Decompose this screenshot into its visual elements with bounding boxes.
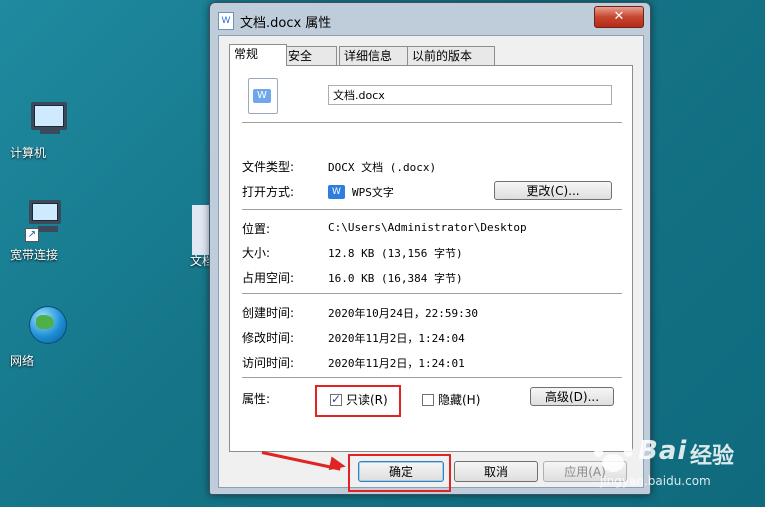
watermark-brand-cn: 经验 bbox=[690, 444, 735, 469]
open-with-label: 打开方式: bbox=[242, 185, 295, 199]
desktop-icon-label: 网络 bbox=[10, 354, 35, 368]
shortcut-arrow-icon: ↗ bbox=[25, 228, 39, 242]
created-value: 2020年10月24日，22:59:30 bbox=[328, 307, 478, 320]
title-bar[interactable]: W 文档.docx 属性 ✕ bbox=[210, 3, 650, 33]
annotation-arrow-head bbox=[328, 456, 348, 474]
size-value: 12.8 KB (13,156 字节) bbox=[328, 247, 463, 260]
cancel-button[interactable]: 取消 bbox=[454, 461, 538, 482]
hidden-checkbox[interactable] bbox=[422, 394, 434, 406]
desktop-icon-broadband[interactable]: ↗ 宽带连接 bbox=[10, 200, 80, 262]
disk-size-label: 占用空间: bbox=[242, 271, 295, 285]
change-button[interactable]: 更改(C)... bbox=[494, 181, 612, 200]
wps-document-icon: W bbox=[248, 78, 278, 114]
close-button[interactable]: ✕ bbox=[594, 6, 644, 28]
modified-label: 修改时间: bbox=[242, 331, 295, 345]
tab-general[interactable]: 常规 bbox=[229, 44, 287, 66]
paw-logo-icon bbox=[590, 434, 636, 474]
dialog-client: 常规 安全 详细信息 以前的版本 W 文档.docx 文件类型: DOCX 文档… bbox=[218, 35, 644, 492]
watermark-brand: Bai bbox=[638, 436, 688, 466]
properties-dialog: W 文档.docx 属性 ✕ 常规 安全 详细信息 以前的版本 W 文档.doc… bbox=[209, 2, 651, 495]
desktop-icon-label: 宽带连接 bbox=[10, 248, 59, 262]
desktop-icon-network[interactable]: 网络 bbox=[10, 306, 80, 368]
modified-value: 2020年11月2日，1:24:04 bbox=[328, 332, 465, 345]
computer-icon bbox=[23, 98, 67, 138]
dialog-title: 文档.docx 属性 bbox=[240, 16, 332, 31]
divider bbox=[242, 122, 622, 123]
created-label: 创建时间: bbox=[242, 306, 295, 320]
tab-previous-versions[interactable]: 以前的版本 bbox=[407, 46, 495, 65]
open-with-value: WPS文字 bbox=[352, 186, 394, 199]
ok-button[interactable]: 确定 bbox=[358, 461, 444, 482]
accessed-value: 2020年11月2日，1:24:01 bbox=[328, 357, 465, 370]
advanced-button[interactable]: 高级(D)... bbox=[530, 387, 614, 406]
readonly-checkbox[interactable] bbox=[330, 392, 342, 406]
location-label: 位置: bbox=[242, 222, 271, 236]
tab-details[interactable]: 详细信息 bbox=[339, 46, 411, 65]
file-type-label: 文件类型: bbox=[242, 160, 295, 174]
network-connection-icon: ↗ bbox=[23, 200, 67, 242]
divider bbox=[242, 377, 622, 378]
accessed-label: 访问时间: bbox=[242, 356, 295, 370]
baidu-watermark: Bai 经验 jingyan.baidu.com bbox=[590, 428, 750, 498]
file-name-field[interactable]: 文档.docx bbox=[328, 85, 612, 105]
divider bbox=[242, 293, 622, 294]
wps-writer-icon: W bbox=[328, 185, 345, 199]
desktop-icon-label: 计算机 bbox=[10, 146, 47, 160]
disk-size-value: 16.0 KB (16,384 字节) bbox=[328, 272, 463, 285]
document-icon: W bbox=[218, 12, 234, 30]
general-panel: W 文档.docx 文件类型: DOCX 文档 (.docx) 打开方式: W … bbox=[229, 65, 633, 452]
file-type-value: DOCX 文档 (.docx) bbox=[328, 161, 437, 174]
location-value: C:\Users\Administrator\Desktop bbox=[328, 221, 527, 234]
watermark-url: jingyan.baidu.com bbox=[600, 474, 711, 488]
readonly-label[interactable]: 只读(R) bbox=[346, 391, 388, 408]
size-label: 大小: bbox=[242, 246, 271, 260]
hidden-label[interactable]: 隐藏(H) bbox=[438, 391, 480, 408]
attributes-label: 属性: bbox=[242, 392, 271, 406]
desktop-icon-computer[interactable]: 计算机 bbox=[10, 98, 80, 160]
globe-icon bbox=[23, 306, 67, 346]
tab-security[interactable]: 安全 bbox=[283, 46, 337, 65]
divider bbox=[242, 209, 622, 210]
